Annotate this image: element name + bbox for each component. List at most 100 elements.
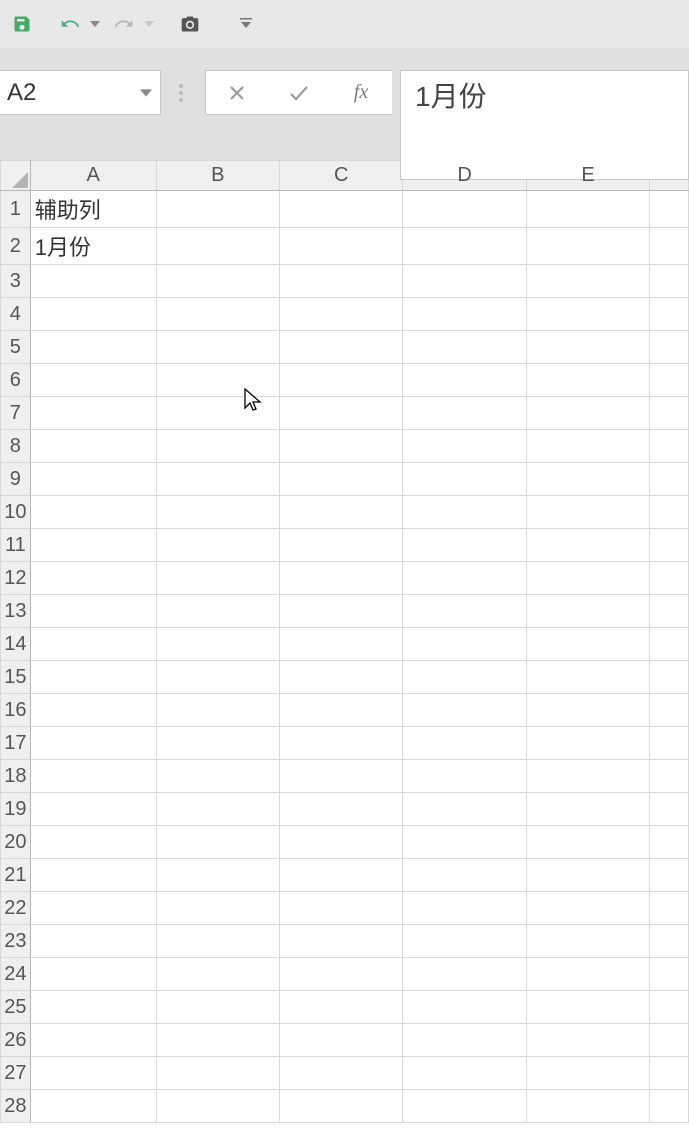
- cell[interactable]: [156, 661, 279, 694]
- cell[interactable]: [30, 595, 156, 628]
- cell[interactable]: [650, 1024, 689, 1057]
- cell[interactable]: [280, 496, 403, 529]
- row-header[interactable]: 12: [1, 562, 31, 595]
- cell[interactable]: [526, 397, 649, 430]
- cell[interactable]: [156, 191, 279, 228]
- cell[interactable]: [403, 892, 526, 925]
- cell[interactable]: [526, 826, 649, 859]
- cell[interactable]: [526, 661, 649, 694]
- cell[interactable]: [30, 562, 156, 595]
- cell[interactable]: [30, 1024, 156, 1057]
- cell[interactable]: [526, 562, 649, 595]
- row-header[interactable]: 25: [1, 991, 31, 1024]
- cell[interactable]: [30, 661, 156, 694]
- row-header[interactable]: 13: [1, 595, 31, 628]
- cell[interactable]: [403, 364, 526, 397]
- cell[interactable]: [650, 793, 689, 826]
- cell[interactable]: [526, 529, 649, 562]
- cell[interactable]: [650, 298, 689, 331]
- cell[interactable]: [650, 562, 689, 595]
- cell[interactable]: [280, 463, 403, 496]
- row-header[interactable]: 3: [1, 265, 31, 298]
- cell[interactable]: [403, 298, 526, 331]
- cell[interactable]: [526, 298, 649, 331]
- cell[interactable]: [156, 298, 279, 331]
- cell[interactable]: [526, 859, 649, 892]
- cell[interactable]: [30, 793, 156, 826]
- select-all-corner[interactable]: [1, 161, 31, 191]
- cell[interactable]: [403, 628, 526, 661]
- cell[interactable]: [650, 661, 689, 694]
- cell[interactable]: [30, 694, 156, 727]
- row-header[interactable]: 10: [1, 496, 31, 529]
- cell[interactable]: [156, 562, 279, 595]
- cell[interactable]: [650, 727, 689, 760]
- cell[interactable]: [526, 694, 649, 727]
- name-box[interactable]: A2: [0, 70, 161, 115]
- cell[interactable]: [30, 1057, 156, 1090]
- cell[interactable]: [526, 991, 649, 1024]
- cell[interactable]: [526, 793, 649, 826]
- cell[interactable]: [526, 892, 649, 925]
- cell[interactable]: [650, 595, 689, 628]
- cell[interactable]: [280, 727, 403, 760]
- enter-icon[interactable]: [268, 71, 330, 114]
- cell[interactable]: [280, 793, 403, 826]
- spreadsheet-grid[interactable]: A B C D E 1辅助列 21月份 3 4 5 6 7 8 9 10 11 …: [0, 160, 689, 1139]
- cell[interactable]: [526, 331, 649, 364]
- cell[interactable]: [650, 958, 689, 991]
- cell[interactable]: [280, 228, 403, 265]
- cell[interactable]: [280, 760, 403, 793]
- redo-icon[interactable]: [110, 8, 138, 40]
- cell[interactable]: [650, 364, 689, 397]
- cell[interactable]: [156, 892, 279, 925]
- cell[interactable]: [156, 925, 279, 958]
- cell[interactable]: [156, 859, 279, 892]
- cell[interactable]: [280, 1057, 403, 1090]
- cell[interactable]: [156, 397, 279, 430]
- cell[interactable]: [403, 1057, 526, 1090]
- cell[interactable]: [526, 228, 649, 265]
- cell[interactable]: [30, 298, 156, 331]
- cell[interactable]: [403, 958, 526, 991]
- cell[interactable]: [650, 496, 689, 529]
- cell[interactable]: [30, 496, 156, 529]
- row-header[interactable]: 22: [1, 892, 31, 925]
- cell[interactable]: [156, 760, 279, 793]
- cell[interactable]: [403, 265, 526, 298]
- row-header[interactable]: 17: [1, 727, 31, 760]
- cell[interactable]: [403, 562, 526, 595]
- cell[interactable]: [403, 228, 526, 265]
- cell[interactable]: [30, 826, 156, 859]
- cell[interactable]: [156, 430, 279, 463]
- cell[interactable]: [280, 191, 403, 228]
- cell[interactable]: [403, 991, 526, 1024]
- cell[interactable]: [650, 331, 689, 364]
- cell[interactable]: [650, 1057, 689, 1090]
- cell[interactable]: [156, 496, 279, 529]
- cell[interactable]: [156, 628, 279, 661]
- cell[interactable]: [403, 925, 526, 958]
- cell[interactable]: [156, 826, 279, 859]
- cell[interactable]: [526, 958, 649, 991]
- row-header[interactable]: 2: [1, 228, 31, 265]
- name-box-dropdown-icon[interactable]: [140, 87, 152, 99]
- cell[interactable]: [280, 925, 403, 958]
- cell[interactable]: [526, 628, 649, 661]
- cell[interactable]: [280, 298, 403, 331]
- row-header[interactable]: 11: [1, 529, 31, 562]
- cell[interactable]: [156, 228, 279, 265]
- cell[interactable]: [526, 430, 649, 463]
- cell[interactable]: [526, 595, 649, 628]
- cell[interactable]: [280, 364, 403, 397]
- cell[interactable]: [526, 925, 649, 958]
- cell[interactable]: 1月份: [30, 228, 156, 265]
- cell[interactable]: [650, 694, 689, 727]
- column-header[interactable]: B: [156, 161, 279, 191]
- cell[interactable]: [526, 727, 649, 760]
- cell[interactable]: [30, 430, 156, 463]
- cell[interactable]: [650, 859, 689, 892]
- cell[interactable]: [650, 529, 689, 562]
- cell[interactable]: [156, 595, 279, 628]
- cell[interactable]: [30, 463, 156, 496]
